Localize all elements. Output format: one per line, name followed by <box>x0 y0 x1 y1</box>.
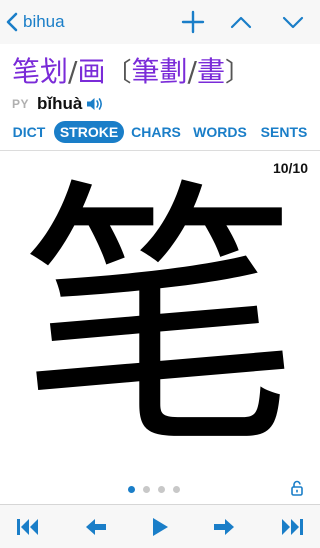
skip-last-icon <box>282 519 303 535</box>
chevron-up-icon <box>230 16 252 29</box>
traditional-form[interactable]: 筆劃 <box>131 55 187 88</box>
play-icon <box>153 518 168 536</box>
tabs-divider <box>0 150 320 151</box>
bracket-open: 〔 <box>105 58 132 88</box>
speaker-icon[interactable] <box>86 96 104 112</box>
simplified-variant[interactable]: 画 <box>77 55 105 88</box>
play-button[interactable] <box>148 515 172 539</box>
stroke-order-character[interactable]: 笔 <box>8 170 312 470</box>
tab-stroke[interactable]: STROKE <box>54 121 124 143</box>
page-indicator <box>0 486 320 494</box>
traditional-variant[interactable]: 畫 <box>197 55 225 88</box>
variant-slash: / <box>187 55 197 88</box>
arrow-right-icon <box>214 519 234 535</box>
playback-toolbar <box>0 504 320 548</box>
tab-dict[interactable]: DICT <box>8 121 50 143</box>
simplified-form[interactable]: 笔划 <box>12 55 68 88</box>
previous-entry-button[interactable] <box>226 8 256 36</box>
chevron-down-icon <box>282 16 304 29</box>
navigation-bar: bihua <box>0 0 320 44</box>
first-stroke-button[interactable] <box>16 515 40 539</box>
headword: 笔划/画〔筆劃/畫〕 <box>12 52 251 92</box>
plus-icon <box>181 10 205 34</box>
unlock-icon[interactable] <box>290 480 306 496</box>
page-dot[interactable] <box>143 486 150 493</box>
tab-chars[interactable]: CHARS <box>128 121 184 143</box>
add-button[interactable] <box>178 8 208 36</box>
tab-words[interactable]: WORDS <box>190 121 250 143</box>
previous-stroke-button[interactable] <box>84 515 108 539</box>
back-button[interactable]: bihua <box>6 10 65 34</box>
pinyin-row: PY bǐhuà <box>12 93 104 115</box>
tab-sents[interactable]: SENTS <box>258 121 310 143</box>
pinyin-text: bǐhuà <box>37 94 83 113</box>
last-stroke-button[interactable] <box>280 515 304 539</box>
page-dot[interactable] <box>128 486 135 493</box>
next-entry-button[interactable] <box>278 8 308 36</box>
skip-first-icon <box>17 519 38 535</box>
bracket-close: 〕 <box>224 58 251 88</box>
entry-tabs: DICT STROKE CHARS WORDS SENTS <box>0 120 320 144</box>
page-dot[interactable] <box>173 486 180 493</box>
pinyin-label: PY <box>12 97 30 111</box>
arrow-left-icon <box>86 519 106 535</box>
chevron-left-icon <box>6 12 18 32</box>
back-label: bihua <box>23 12 65 31</box>
page-dot[interactable] <box>158 486 165 493</box>
next-stroke-button[interactable] <box>212 515 236 539</box>
